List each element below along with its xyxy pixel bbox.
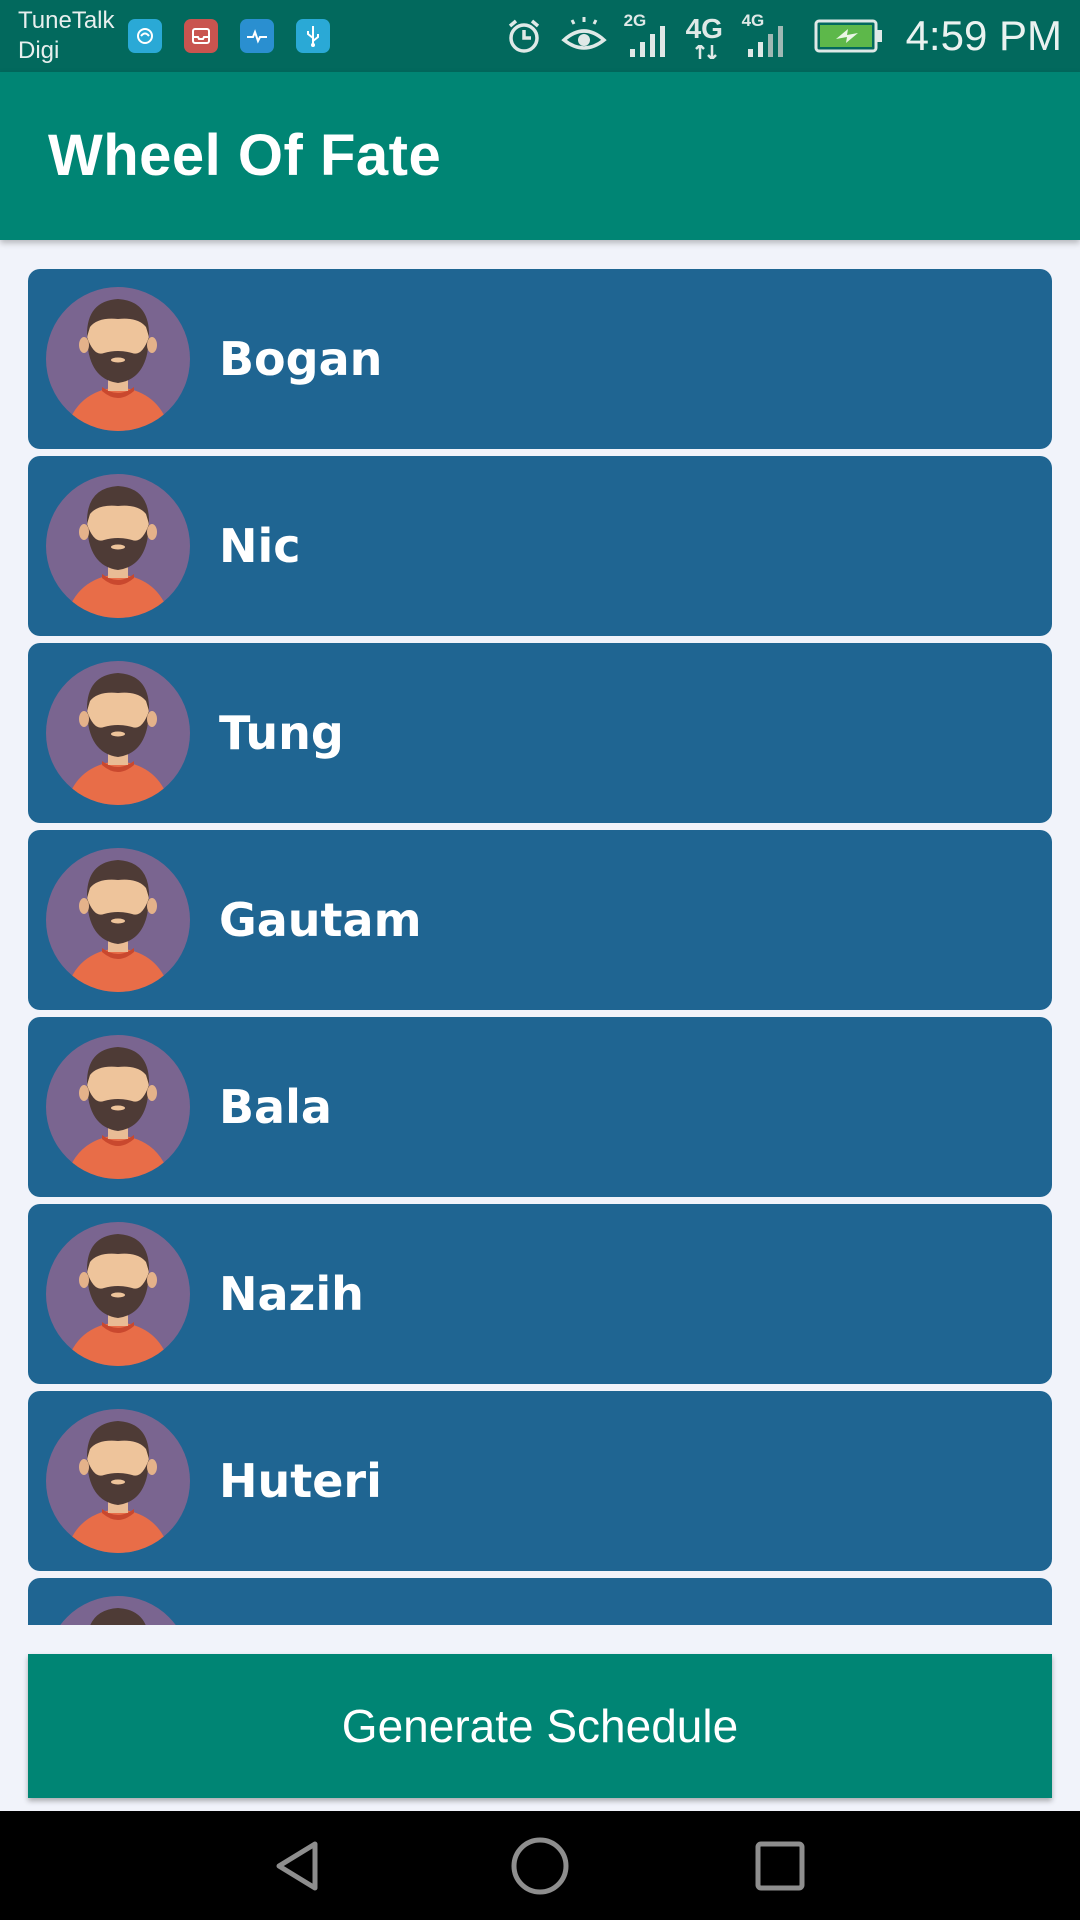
engineer-card[interactable]: Nic: [28, 456, 1052, 636]
engineer-card[interactable]: Bala: [28, 1017, 1052, 1197]
engineer-card[interactable]: Bogan: [28, 269, 1052, 449]
clock-time: 4:59 PM: [905, 12, 1062, 59]
navigation-bar: [0, 1811, 1080, 1920]
engineer-list[interactable]: Bogan Nic Tung Gautam Bala Nazih Huteri: [0, 240, 1080, 1625]
engineer-card[interactable]: Tung: [28, 643, 1052, 823]
avatar: [46, 848, 190, 992]
home-icon: [511, 1837, 569, 1895]
network-type-4g: 4G: [685, 13, 723, 44]
engineer-name: Nazih: [219, 1267, 364, 1321]
alarm-icon: [508, 19, 539, 53]
battery-charging-icon: [814, 19, 882, 53]
data-4g-indicator: 4G: [686, 11, 726, 61]
status-bar: TuneTalk Digi 2G 4G 4G 4:59 PM: [0, 0, 1080, 72]
carrier-line-2: Digi: [18, 37, 60, 64]
sync-app-icon: [128, 19, 162, 53]
recents-button[interactable]: [747, 1833, 813, 1899]
engineer-name: Nic: [219, 519, 301, 573]
engineer-name: Bogan: [219, 332, 383, 386]
engineer-name: Tung: [219, 706, 344, 760]
avatar: [46, 1035, 190, 1179]
back-button[interactable]: [266, 1833, 332, 1899]
avatar: [46, 661, 190, 805]
carrier-line-1: TuneTalk: [18, 7, 115, 34]
home-button[interactable]: [507, 1833, 573, 1899]
app-title: Wheel Of Fate: [48, 123, 442, 188]
app-bar: Wheel Of Fate: [0, 72, 1080, 240]
avatar: [46, 1409, 190, 1553]
inbox-icon: [184, 19, 218, 53]
signal-icon-2g: 2G: [624, 11, 670, 59]
engineer-card[interactable]: Huteri: [28, 1391, 1052, 1571]
engineer-name: Gautam: [219, 893, 422, 947]
avatar: [46, 1222, 190, 1366]
avatar: [46, 1596, 190, 1625]
notification-icons: [128, 19, 330, 53]
avatar: [46, 287, 190, 431]
system-icons: 2G 4G 4G 4:59 PM: [504, 10, 1062, 62]
recents-icon: [755, 1841, 805, 1891]
back-icon: [276, 1841, 318, 1891]
carrier-label: TuneTalk Digi: [18, 6, 115, 66]
health-icon: [240, 19, 274, 53]
avatar: [46, 474, 190, 618]
engineer-name: Huteri: [219, 1454, 382, 1508]
engineer-card[interactable]: Gautam: [28, 830, 1052, 1010]
engineer-card[interactable]: [28, 1578, 1052, 1625]
engineer-name: Bala: [219, 1080, 332, 1134]
eye-comfort-icon: [560, 17, 607, 50]
engineer-card[interactable]: Nazih: [28, 1204, 1052, 1384]
signal-icon-4g: 4G: [742, 11, 788, 59]
usb-icon: [296, 19, 330, 53]
generate-schedule-button[interactable]: Generate Schedule: [28, 1654, 1052, 1798]
